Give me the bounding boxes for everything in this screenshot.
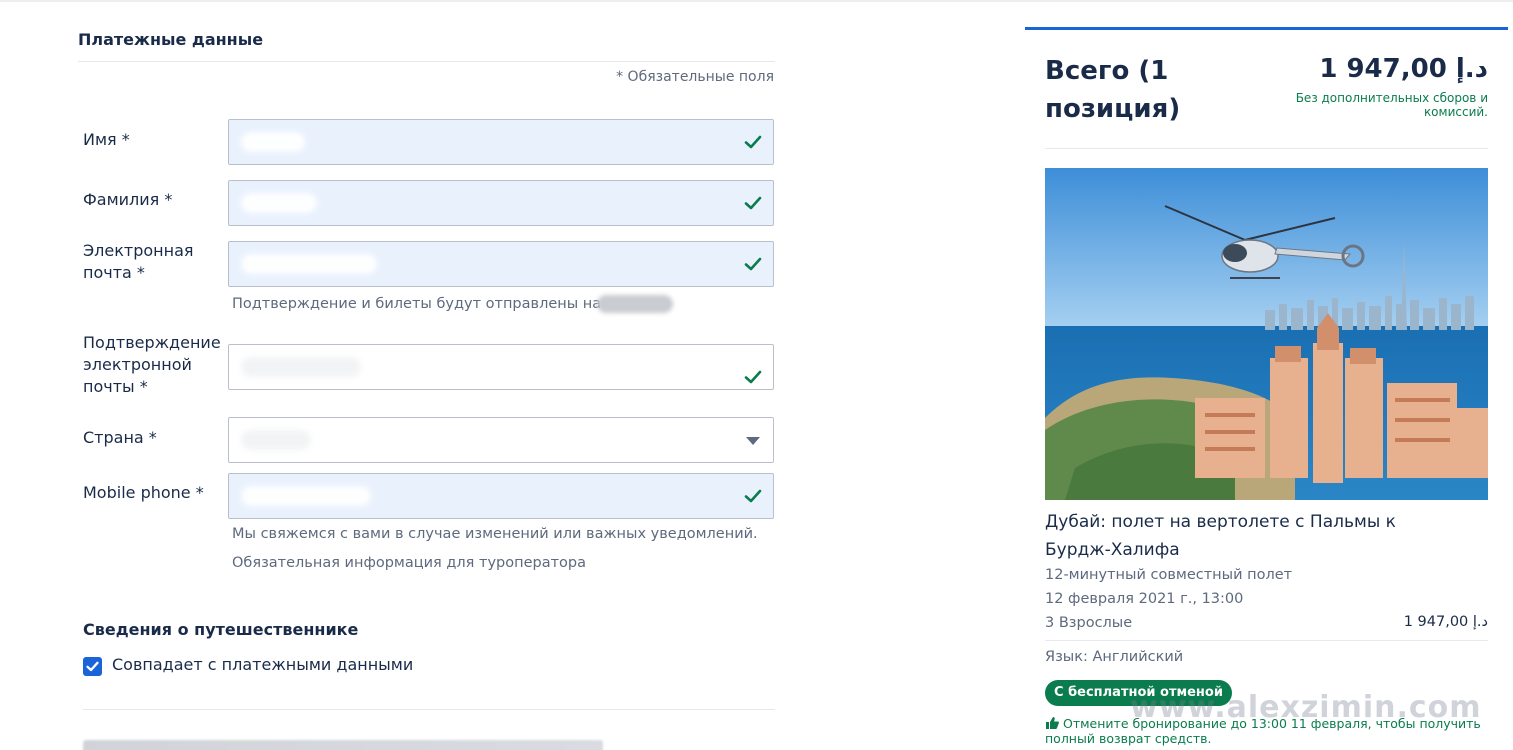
order-summary: Всего (1 позиция) 1 947,00 د.إ Без допол…	[1025, 27, 1508, 750]
email-input[interactable]	[228, 241, 774, 287]
last-name-input[interactable]	[228, 180, 774, 226]
confirm-email-label-line2: электронной	[83, 355, 192, 374]
same-as-payment-checkbox[interactable]	[83, 657, 102, 676]
email-label-line1: Электронная	[83, 241, 194, 260]
thumbs-up-icon	[1045, 717, 1059, 729]
redacted-value	[241, 430, 311, 450]
tour-datetime: 12 февраля 2021 г., 13:00	[1045, 591, 1244, 607]
tour-participants: 3 Взрослые	[1045, 615, 1133, 631]
check-icon	[743, 132, 763, 152]
check-icon	[743, 367, 763, 387]
tour-language: Язык: Английский	[1045, 649, 1184, 665]
redacted-value	[241, 132, 305, 152]
first-name-input[interactable]	[228, 119, 774, 165]
same-as-payment-label[interactable]: Совпадает с платежными данными	[112, 655, 413, 674]
confirm-email-input[interactable]	[228, 344, 774, 390]
watermark: www.alexzimin.com	[1130, 690, 1482, 725]
phone-input[interactable]	[228, 473, 774, 519]
section-divider	[78, 61, 775, 62]
summary-divider	[1045, 640, 1488, 641]
confirm-email-label-line3: почты *	[83, 377, 148, 396]
country-select[interactable]	[228, 417, 774, 463]
phone-label: Mobile phone *	[83, 483, 204, 502]
chevron-down-icon	[745, 435, 761, 447]
last-name-label: Фамилия *	[83, 190, 173, 209]
checkmark-icon	[86, 661, 99, 672]
no-fees-note: Без дополнительных сборов и комиссий.	[1295, 91, 1488, 119]
redacted-value	[241, 254, 377, 274]
email-hint: Подтверждение и билеты будут отправлены …	[232, 296, 602, 312]
redacted-value	[241, 357, 361, 377]
check-icon	[743, 486, 763, 506]
total-price: 1 947,00 د.إ	[1319, 54, 1488, 84]
top-divider	[0, 0, 1513, 2]
redacted-value	[241, 193, 317, 213]
total-title: Всего (1 позиция)	[1045, 56, 1181, 124]
redacted-email	[597, 295, 673, 313]
redacted-value	[241, 486, 371, 506]
country-label: Страна *	[83, 428, 157, 447]
payment-section-title: Платежные данные	[78, 30, 264, 49]
cut-off-heading	[83, 740, 603, 750]
section-divider	[83, 709, 775, 710]
tour-photo	[1045, 168, 1488, 500]
traveler-section-title: Сведения о путешественнике	[83, 620, 359, 639]
phone-hint: Мы свяжемся с вами в случае изменений ил…	[232, 526, 758, 542]
email-label-line2: почта *	[83, 263, 145, 282]
email-label: Электронная почта *	[83, 240, 194, 284]
tour-option: 12-минутный совместный полет	[1045, 567, 1293, 583]
check-icon	[743, 254, 763, 274]
participants-price: 1 947,00 د.إ	[1403, 614, 1488, 630]
required-fields-note: * Обязательные поля	[616, 69, 774, 85]
phone-hint-required: Обязательная информация для туроператора	[232, 555, 587, 571]
confirm-email-label: Подтверждение электронной почты *	[83, 332, 221, 398]
check-icon	[743, 193, 763, 213]
first-name-label: Имя *	[83, 130, 130, 149]
confirm-email-label-line1: Подтверждение	[83, 333, 221, 352]
tour-title[interactable]: Дубай: полет на вертолете с Пальмы к Бур…	[1045, 508, 1465, 564]
summary-divider	[1045, 148, 1488, 149]
